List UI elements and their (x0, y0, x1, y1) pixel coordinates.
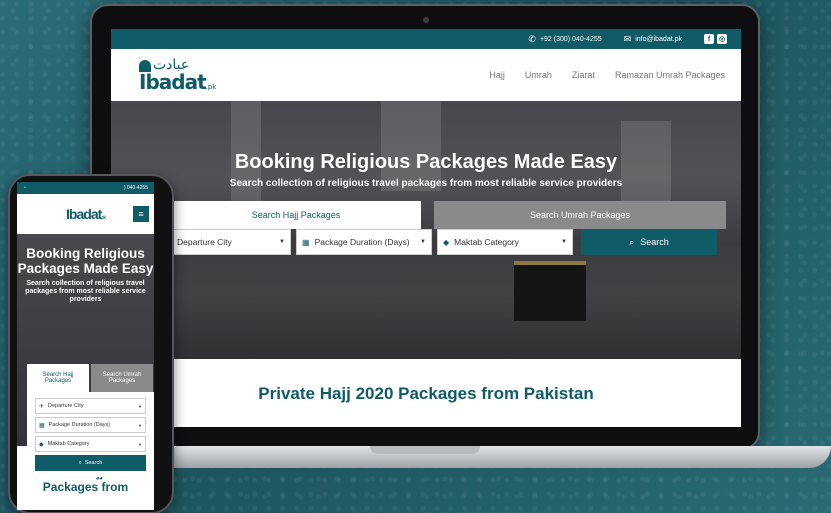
phone-hero-subtitle: Search collection of religious travel pa… (25, 280, 146, 303)
phone-status-text: ) 040-4255 (123, 185, 148, 191)
wifi-icon: ◔ (23, 185, 27, 191)
phone-hero-title: Booking Religious Packages Made Easy (17, 246, 154, 276)
instagram-icon[interactable]: ◎ (717, 34, 727, 44)
phone-tab-umrah[interactable]: Search Umrah Packages (91, 364, 153, 392)
tab-hajj-packages[interactable]: Search Hajj Packages (171, 201, 421, 229)
maktab-category-select[interactable]: ◆ Maktab Category ▼ (437, 229, 573, 255)
section-title: Private Hajj 2020 Packages from Pakistan (258, 384, 594, 403)
phone-maktab-select[interactable]: ◆ Maktab Category ▼ (35, 436, 146, 452)
phone-logo-name: Ibadat (66, 206, 102, 222)
tab-umrah-packages[interactable]: Search Umrah Packages (434, 201, 726, 229)
plane-icon: ✈ (39, 403, 45, 410)
logo-suffix: .pk (205, 83, 217, 91)
logo-name: Ibadat (139, 70, 207, 94)
phone-search-form: ✈ Departure City ▼ ▦ Package Duration (D… (27, 392, 154, 477)
envelope-icon: ✉ (623, 33, 632, 44)
search-form: Departure City ▼ ▦ Package Duration (Day… (171, 229, 726, 255)
phone-departure-select[interactable]: ✈ Departure City ▼ (35, 398, 146, 414)
phone-icon: ✆ (528, 33, 536, 44)
phone-search-button[interactable]: ⌕ Search (35, 455, 146, 471)
nav-link-hajj[interactable]: Hajj (489, 70, 505, 80)
social-links: f ◎ (704, 34, 727, 44)
phone-hero: Booking Religious Packages Made Easy Sea… (17, 234, 154, 477)
chevron-down-icon: ▼ (138, 403, 142, 409)
phone-logo[interactable]: Ibadat.pk (66, 206, 106, 222)
hero-banner: Booking Religious Packages Made Easy Sea… (111, 101, 741, 359)
chevron-down-icon: ▼ (279, 239, 285, 245)
main-navbar: عبادت Ibadat.pk Hajj Umrah Ziarat Ramaza… (111, 49, 741, 101)
phone-search-label: Search (84, 460, 103, 466)
chevron-down-icon: ▼ (138, 422, 142, 428)
site-logo[interactable]: عبادت Ibadat.pk (139, 58, 216, 92)
calendar-icon: ▦ (39, 422, 45, 429)
chevron-down-icon: ▼ (561, 239, 567, 245)
laptop-screen: ✆ +92 (300) 040-4255 ✉ info@ibadat.pk f … (111, 29, 741, 427)
phone-navbar: Ibadat.pk ≡ (17, 194, 154, 234)
calendar-icon: ▦ (302, 237, 310, 247)
search-tabs: Search Hajj Packages Search Umrah Packag… (171, 201, 726, 229)
phone-status-bar: ◔ ) 040-4255 (17, 182, 154, 194)
hamburger-menu-button[interactable]: ≡ (133, 206, 149, 222)
phone-number: +92 (300) 040-4255 (539, 35, 602, 43)
departure-city-label: Departure City (177, 237, 232, 247)
top-contact-bar: ✆ +92 (300) 040-4255 ✉ info@ibadat.pk f … (111, 29, 741, 49)
phone-maktab-label: Maktab Category (47, 441, 90, 447)
phone-duration-select[interactable]: ▦ Package Duration (Days) ▼ (35, 417, 146, 433)
maktab-category-label: Maktab Category (454, 237, 519, 247)
package-duration-select[interactable]: ▦ Package Duration (Days) ▼ (296, 229, 432, 255)
email-address: info@ibadat.pk (635, 35, 682, 43)
tag-icon: ◆ (443, 237, 450, 247)
search-icon: ⌕ (78, 459, 82, 466)
chevron-down-icon: ▼ (420, 239, 426, 245)
phone-departure-label: Departure City (48, 403, 84, 409)
hamburger-icon: ≡ (138, 209, 144, 219)
phone-contact[interactable]: ✆ +92 (300) 040-4255 (528, 34, 601, 45)
hero-title: Booking Religious Packages Made Easy (234, 151, 618, 173)
phone-search-tabs: Search Hajj Packages Search Umrah Packag… (27, 364, 153, 392)
hero-subtitle: Search collection of religious travel pa… (229, 178, 623, 189)
chevron-down-icon: ▼ (138, 441, 142, 447)
nav-link-ramazan-umrah[interactable]: Ramazan Umrah Packages (615, 70, 725, 80)
nav-link-ziarat[interactable]: Ziarat (572, 70, 595, 80)
search-button[interactable]: ⌕ Search (581, 229, 717, 255)
laptop-notch (370, 446, 480, 454)
phone-screen: ◔ ) 040-4255 Ibadat.pk ≡ Booking Religio… (17, 182, 154, 510)
phone-tab-hajj[interactable]: Search Hajj Packages (27, 364, 89, 392)
search-button-label: Search (640, 237, 669, 247)
nav-links: Hajj Umrah Ziarat Ramazan Umrah Packages (489, 70, 725, 80)
phone-logo-suffix: .pk (101, 215, 106, 221)
package-duration-label: Package Duration (Days) (314, 237, 410, 247)
laptop-camera (423, 17, 429, 23)
facebook-icon[interactable]: f (704, 34, 714, 44)
departure-city-select[interactable]: Departure City ▼ (171, 229, 291, 255)
kaaba-image (514, 261, 586, 321)
phone-duration-label: Package Duration (Days) (48, 422, 111, 428)
tag-icon: ◆ (39, 441, 44, 448)
search-icon: ⌕ (629, 236, 635, 247)
email-contact[interactable]: ✉ info@ibadat.pk (624, 34, 682, 45)
nav-link-umrah[interactable]: Umrah (525, 70, 552, 80)
